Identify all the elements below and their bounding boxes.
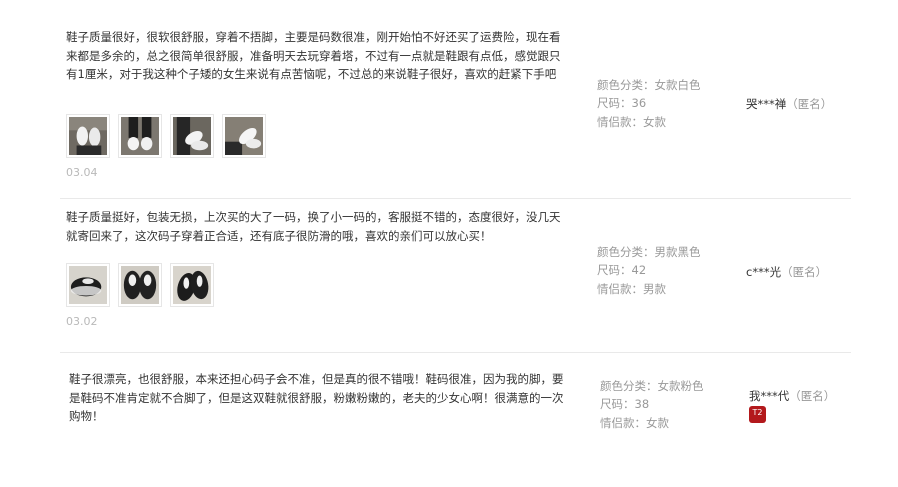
sku-size: 尺码：38	[600, 395, 704, 413]
sku-size-value: 38	[634, 397, 650, 412]
sku-couple-label: 情侣款：	[597, 281, 643, 296]
review-photo-thumbnail[interactable]	[170, 114, 214, 158]
sku-color: 颜色分类：男款黑色	[597, 243, 701, 261]
sku-info: 颜色分类：男款黑色 尺码：42 情侣款：男款	[597, 243, 701, 298]
white-sneakers-photo-icon	[69, 117, 107, 155]
sku-info: 颜色分类：女款白色 尺码：36 情侣款：女款	[597, 76, 701, 131]
sku-size-value: 42	[631, 263, 647, 278]
black-sneakers-photo-icon	[173, 266, 211, 304]
sku-couple-label: 情侣款：	[600, 415, 646, 430]
sku-color-label: 颜色分类：	[597, 245, 655, 259]
sku-couple-value: 女款	[643, 114, 666, 129]
sku-size: 尺码：36	[597, 94, 701, 112]
member-level-badge-icon: T2	[749, 406, 766, 423]
review-item: 鞋子很漂亮，也很舒服，本来还担心码子会不准，但是真的很不错哦！鞋码很准，因为我的…	[60, 353, 851, 473]
reviewer-name: 我***代（匿名）	[749, 388, 835, 404]
review-photo-thumbnail[interactable]	[118, 114, 162, 158]
review-date: 03.04	[66, 166, 98, 179]
reviewer-nick: 我***代	[749, 389, 790, 403]
sku-color: 颜色分类：女款粉色	[600, 377, 704, 395]
sku-size-label: 尺码：	[600, 397, 635, 412]
review-date: 03.02	[66, 315, 98, 328]
black-sneakers-photo-icon	[69, 266, 107, 304]
anonymous-tag: （匿名）	[781, 265, 828, 279]
review-photo-thumbnail[interactable]	[66, 114, 110, 158]
sku-couple: 情侣款：女款	[597, 113, 701, 131]
reviewer-name: c***光（匿名）	[746, 264, 827, 280]
sku-couple-label: 情侣款：	[597, 114, 643, 129]
sku-size-value: 36	[631, 96, 647, 111]
sku-couple: 情侣款：男款	[597, 280, 701, 298]
white-sneakers-photo-icon	[225, 117, 263, 155]
anonymous-tag: （匿名）	[789, 389, 836, 403]
reviewer-nick: c***光	[746, 265, 782, 279]
review-item: 鞋子质量挺好，包装无损，上次买的大了一码，换了小一码的，客服挺不错的，态度很好，…	[60, 198, 851, 353]
anonymous-tag: （匿名）	[786, 97, 833, 111]
sku-couple-value: 女款	[646, 415, 669, 430]
sku-info: 颜色分类：女款粉色 尺码：38 情侣款：女款	[600, 377, 704, 432]
sku-size-label: 尺码：	[597, 96, 632, 111]
sku-couple-value: 男款	[643, 281, 666, 296]
sku-color-value: 男款黑色	[654, 245, 701, 259]
review-content: 鞋子质量很好，很软很舒服，穿着不捂脚，主要是码数很准，刚开始怕不好还买了运费险，…	[66, 30, 561, 81]
review-photo-thumbnail[interactable]	[118, 263, 162, 307]
sku-color-label: 颜色分类：	[597, 78, 655, 92]
reviewer-name: 哭***禅（匿名）	[746, 96, 832, 112]
sku-couple: 情侣款：女款	[600, 414, 704, 432]
sku-size-label: 尺码：	[597, 263, 632, 278]
sku-color-label: 颜色分类：	[600, 379, 658, 393]
review-photos	[66, 263, 214, 307]
sku-color: 颜色分类：女款白色	[597, 76, 701, 94]
reviewer-nick: 哭***禅	[746, 97, 787, 111]
white-sneakers-photo-icon	[173, 117, 211, 155]
sku-size: 尺码：42	[597, 261, 701, 279]
white-sneakers-photo-icon	[121, 117, 159, 155]
review-content: 鞋子质量挺好，包装无损，上次买的大了一码，换了小一码的，客服挺不错的，态度很好，…	[66, 210, 561, 243]
review-photo-thumbnail[interactable]	[222, 114, 266, 158]
review-photo-thumbnail[interactable]	[170, 263, 214, 307]
review-item: 鞋子质量很好，很软很舒服，穿着不捂脚，主要是码数很准，刚开始怕不好还买了运费险，…	[60, 18, 851, 199]
review-photos	[66, 114, 266, 158]
black-sneakers-photo-icon	[121, 266, 159, 304]
review-content: 鞋子很漂亮，也很舒服，本来还担心码子会不准，但是真的很不错哦！鞋码很准，因为我的…	[69, 372, 564, 423]
sku-color-value: 女款白色	[654, 78, 701, 92]
sku-color-value: 女款粉色	[657, 379, 704, 393]
review-photo-thumbnail[interactable]	[66, 263, 110, 307]
